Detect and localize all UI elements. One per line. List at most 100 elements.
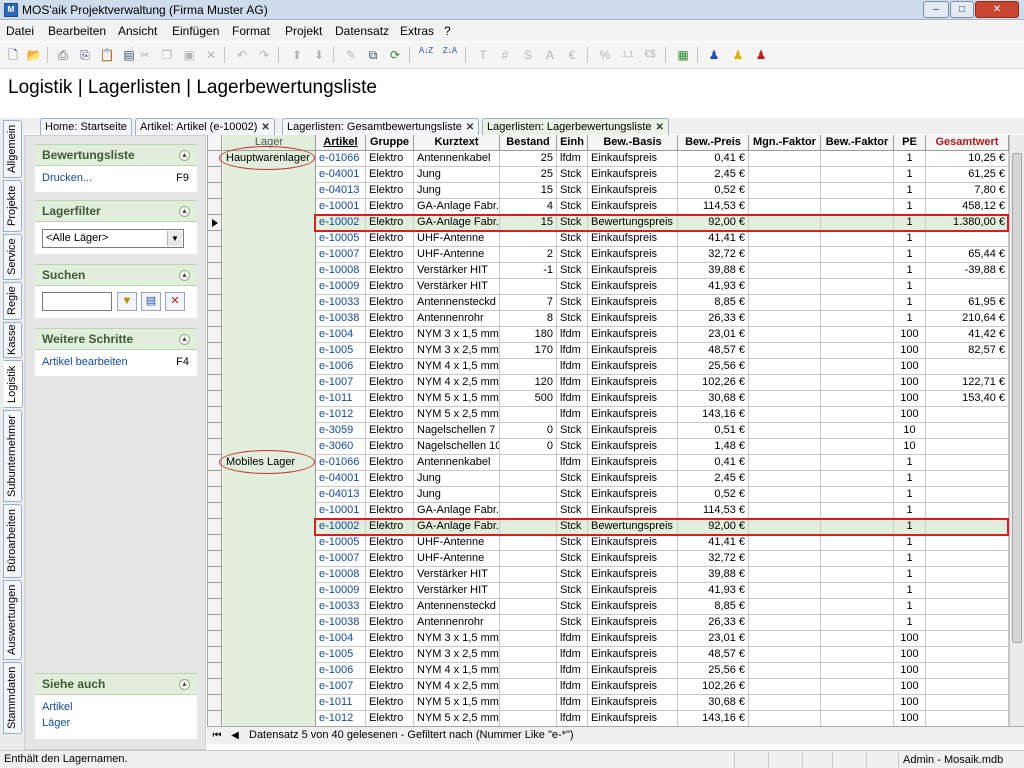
row-selector[interactable] xyxy=(208,711,222,727)
row-selector[interactable] xyxy=(208,375,222,391)
cell-bew-basis[interactable]: Einkaufspreis xyxy=(588,311,678,327)
cell-pe[interactable]: 100 xyxy=(894,407,926,423)
tab-gesamtbewertungsliste[interactable]: Lagerlisten: Gesamtbewertungsliste ✕ xyxy=(282,118,480,135)
cell-bestand[interactable] xyxy=(500,599,557,615)
filter-list-icon[interactable]: ▤ xyxy=(141,292,161,311)
cell-bestand[interactable]: 180 xyxy=(500,327,557,343)
cell-gruppe[interactable]: Elektro xyxy=(366,583,414,599)
cell-gruppe[interactable]: Elektro xyxy=(366,471,414,487)
cell-bestand[interactable] xyxy=(500,535,557,551)
cell-bew-preis[interactable]: 39,88 € xyxy=(678,263,749,279)
cell-einh[interactable]: lfdm xyxy=(557,407,588,423)
close-tab-icon[interactable]: ✕ xyxy=(656,122,664,133)
cell-mgn-faktor[interactable] xyxy=(749,615,821,631)
cell-bew-faktor[interactable] xyxy=(821,647,894,663)
cell-gruppe[interactable]: Elektro xyxy=(366,615,414,631)
cell-einh[interactable]: lfdm xyxy=(557,359,588,375)
cell-bew-preis[interactable]: 25,56 € xyxy=(678,359,749,375)
cell-gesamtwert[interactable]: 458,12 € xyxy=(926,199,1009,215)
cell-mgn-faktor[interactable] xyxy=(749,551,821,567)
edit-icon[interactable]: ✎ xyxy=(342,46,360,64)
cell-pe[interactable]: 1 xyxy=(894,199,926,215)
cell-bestand[interactable] xyxy=(500,503,557,519)
cell-bew-preis[interactable]: 41,93 € xyxy=(678,583,749,599)
cell-kurztext[interactable]: UHF-Antenne xyxy=(414,551,500,567)
cell-gesamtwert[interactable] xyxy=(926,535,1009,551)
cell-kurztext[interactable]: NYM 4 x 1,5 mm² xyxy=(414,663,500,679)
cell-bestand[interactable] xyxy=(500,519,557,535)
cell-bew-faktor[interactable] xyxy=(821,471,894,487)
collapse-icon[interactable]: ▲ xyxy=(179,150,190,161)
cell-bew-basis[interactable]: Einkaufspreis xyxy=(588,391,678,407)
cell-gesamtwert[interactable] xyxy=(926,439,1009,455)
cell-bew-preis[interactable]: 0,41 € xyxy=(678,151,749,167)
cell-bew-preis[interactable]: 8,85 € xyxy=(678,599,749,615)
cell-bestand[interactable]: 0 xyxy=(500,439,557,455)
column-header-mgn-faktor[interactable]: Mgn.-Faktor xyxy=(749,135,821,151)
cell-bestand[interactable]: 8 xyxy=(500,311,557,327)
scrollbar-thumb[interactable] xyxy=(1012,153,1022,643)
row-selector[interactable] xyxy=(208,183,222,199)
cell-gesamtwert[interactable] xyxy=(926,519,1009,535)
cell-artikel[interactable]: e-10008 xyxy=(316,567,366,583)
cell-kurztext[interactable]: Antennenkabel xyxy=(414,455,500,471)
cell-pe[interactable]: 1 xyxy=(894,231,926,247)
cell-einh[interactable]: Stck xyxy=(557,615,588,631)
cell-mgn-faktor[interactable] xyxy=(749,679,821,695)
side-tab-logistik[interactable]: Logistik xyxy=(4,360,23,408)
cell-bew-basis[interactable]: Einkaufspreis xyxy=(588,535,678,551)
cell-pe[interactable]: 1 xyxy=(894,583,926,599)
cell-bew-faktor[interactable] xyxy=(821,695,894,711)
cell-kurztext[interactable]: NYM 5 x 1,5 mm² xyxy=(414,695,500,711)
cell-einh[interactable]: Stck xyxy=(557,583,588,599)
cell-bew-faktor[interactable] xyxy=(821,439,894,455)
cell-kurztext[interactable]: Antennenkabel xyxy=(414,151,500,167)
search-input[interactable] xyxy=(42,292,112,311)
cell-pe[interactable]: 1 xyxy=(894,567,926,583)
cell-gesamtwert[interactable]: 7,80 € xyxy=(926,183,1009,199)
dropdown-arrow-icon[interactable]: ▼ xyxy=(167,231,182,246)
lager-filter-select[interactable]: <Alle Läger> ▼ xyxy=(42,229,184,248)
cell-bestand[interactable]: 0 xyxy=(500,423,557,439)
side-tab-subunternehmer[interactable]: Subunternehmer xyxy=(3,410,22,502)
open-folder-icon[interactable]: 📂 xyxy=(25,46,43,64)
cell-bew-preis[interactable]: 2,45 € xyxy=(678,471,749,487)
cell-mgn-faktor[interactable] xyxy=(749,343,821,359)
row-selector[interactable] xyxy=(208,327,222,343)
collapse-icon[interactable]: ▲ xyxy=(179,270,190,281)
cell-gesamtwert[interactable] xyxy=(926,711,1009,727)
font-icon[interactable]: A xyxy=(541,46,559,64)
cell-gesamtwert[interactable]: 61,95 € xyxy=(926,295,1009,311)
cell-bew-basis[interactable]: Einkaufspreis xyxy=(588,199,678,215)
cell-bew-basis[interactable]: Einkaufspreis xyxy=(588,263,678,279)
cell-bestand[interactable] xyxy=(500,567,557,583)
cell-bew-preis[interactable]: 41,41 € xyxy=(678,535,749,551)
cell-bew-faktor[interactable] xyxy=(821,151,894,167)
cell-bew-basis[interactable]: Einkaufspreis xyxy=(588,631,678,647)
side-tab-kasse[interactable]: Kasse xyxy=(3,322,22,358)
row-selector[interactable] xyxy=(208,519,222,535)
cell-bew-basis[interactable]: Einkaufspreis xyxy=(588,615,678,631)
cell-pe[interactable]: 1 xyxy=(894,455,926,471)
cell-pe[interactable]: 10 xyxy=(894,439,926,455)
cell-gruppe[interactable]: Elektro xyxy=(366,663,414,679)
cell-gesamtwert[interactable] xyxy=(926,631,1009,647)
cell-gruppe[interactable]: Elektro xyxy=(366,647,414,663)
move-down-icon[interactable]: ⬇ xyxy=(310,46,328,64)
cell-mgn-faktor[interactable] xyxy=(749,183,821,199)
cell-pe[interactable]: 100 xyxy=(894,359,926,375)
row-selector[interactable] xyxy=(208,343,222,359)
cell-bew-preis[interactable]: 30,68 € xyxy=(678,391,749,407)
cell-bew-preis[interactable]: 39,88 € xyxy=(678,567,749,583)
collapse-icon[interactable]: ▲ xyxy=(179,679,190,690)
cell-artikel[interactable]: e-3060 xyxy=(316,439,366,455)
cell-mgn-faktor[interactable] xyxy=(749,647,821,663)
cell-bew-faktor[interactable] xyxy=(821,615,894,631)
cell-mgn-faktor[interactable] xyxy=(749,567,821,583)
cell-bew-basis[interactable]: Einkaufspreis xyxy=(588,423,678,439)
cell-kurztext[interactable]: Verstärker HIT xyxy=(414,567,500,583)
cell-einh[interactable]: Stck xyxy=(557,471,588,487)
cell-bestand[interactable] xyxy=(500,647,557,663)
cell-artikel[interactable]: e-04001 xyxy=(316,167,366,183)
row-selector[interactable] xyxy=(208,423,222,439)
